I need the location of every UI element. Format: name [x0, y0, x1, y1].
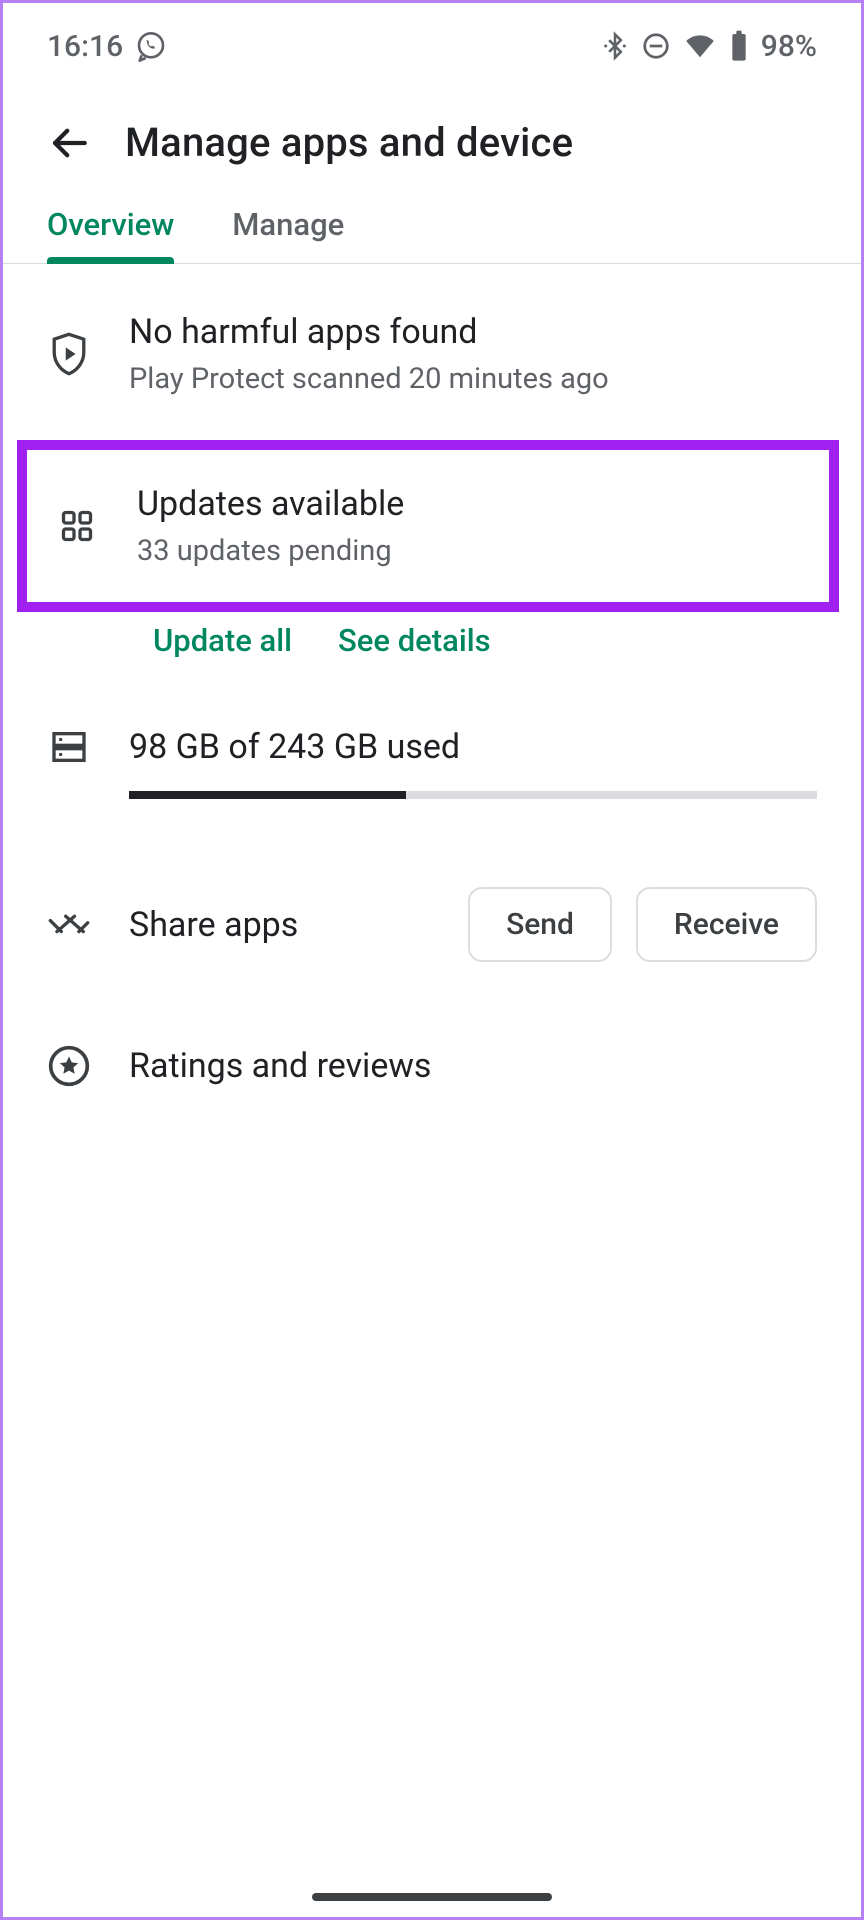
apps-grid-icon: [55, 508, 99, 544]
status-bar: 16:16: [3, 3, 861, 75]
bluetooth-icon: [601, 30, 629, 62]
battery-icon: [729, 30, 749, 62]
update-all-button[interactable]: Update all: [153, 622, 292, 659]
star-circle-icon: [47, 1044, 91, 1088]
shield-play-icon: [47, 331, 91, 377]
see-details-button[interactable]: See details: [338, 622, 491, 659]
updates-row[interactable]: Updates available 33 updates pending: [17, 440, 839, 612]
protect-title: No harmful apps found: [129, 312, 817, 352]
back-button[interactable]: [47, 121, 91, 165]
ratings-row[interactable]: Ratings and reviews: [3, 972, 861, 1098]
update-actions: Update all See details: [3, 618, 861, 675]
share-apps-row: Share apps Send Receive: [3, 809, 861, 972]
tab-overview[interactable]: Overview: [47, 206, 174, 263]
share-apps-label: Share apps: [129, 905, 430, 945]
share-nearby-icon: [47, 910, 91, 940]
storage-row[interactable]: 98 GB of 243 GB used: [3, 675, 861, 809]
protect-subtitle: Play Protect scanned 20 minutes ago: [129, 362, 817, 396]
page-title: Manage apps and device: [125, 119, 573, 166]
updates-subtitle: 33 updates pending: [137, 534, 801, 568]
send-button[interactable]: Send: [468, 887, 612, 962]
ratings-label: Ratings and reviews: [129, 1046, 431, 1086]
battery-percentage: 98%: [761, 29, 817, 64]
receive-button[interactable]: Receive: [636, 887, 817, 962]
do-not-disturb-icon: [641, 31, 671, 61]
status-time: 16:16: [47, 29, 123, 64]
tabs: Overview Manage: [3, 200, 861, 264]
header: Manage apps and device: [3, 75, 861, 200]
gesture-nav-bar[interactable]: [312, 1893, 552, 1901]
wifi-icon: [683, 31, 717, 61]
updates-title: Updates available: [137, 484, 801, 524]
storage-bar: [129, 791, 817, 799]
play-protect-row[interactable]: No harmful apps found Play Protect scann…: [3, 264, 861, 436]
whatsapp-icon: [135, 30, 167, 62]
tab-manage[interactable]: Manage: [232, 206, 344, 263]
storage-text: 98 GB of 243 GB used: [129, 727, 817, 767]
storage-bar-fill: [129, 791, 406, 799]
storage-icon: [47, 727, 91, 767]
